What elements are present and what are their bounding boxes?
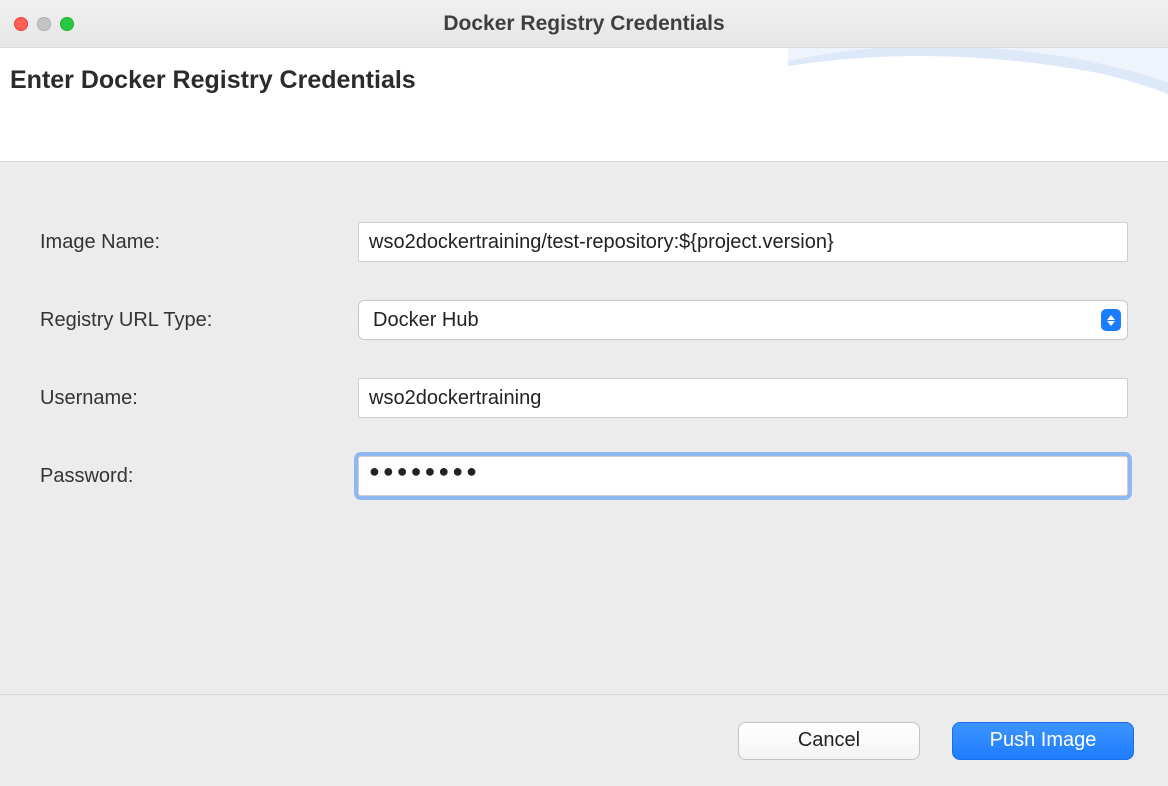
registry-type-label: Registry URL Type: (40, 309, 358, 332)
maximize-window-button[interactable] (60, 17, 74, 31)
minimize-window-button[interactable] (37, 17, 51, 31)
registry-type-select[interactable]: Docker Hub (358, 300, 1128, 340)
button-bar: Cancel Push Image (0, 694, 1168, 786)
registry-type-row: Registry URL Type: Docker Hub (40, 300, 1128, 340)
password-input[interactable]: ●●●●●●●● (358, 456, 1128, 496)
close-window-button[interactable] (14, 17, 28, 31)
select-stepper-icon (1101, 309, 1121, 331)
push-image-button[interactable]: Push Image (952, 722, 1134, 760)
password-masked-value: ●●●●●●●● (369, 461, 480, 481)
username-label: Username: (40, 387, 358, 410)
username-row: Username: (40, 378, 1128, 418)
dialog-header: Enter Docker Registry Credentials (0, 48, 1168, 162)
password-label: Password: (40, 465, 358, 488)
cancel-button[interactable]: Cancel (738, 722, 920, 760)
password-row: Password: ●●●●●●●● (40, 456, 1128, 496)
username-input[interactable] (358, 378, 1128, 418)
image-name-label: Image Name: (40, 231, 358, 254)
titlebar: Docker Registry Credentials (0, 0, 1168, 48)
window-title: Docker Registry Credentials (0, 12, 1168, 36)
image-name-input[interactable] (358, 222, 1128, 262)
image-name-row: Image Name: (40, 222, 1128, 262)
registry-type-selected-value: Docker Hub (373, 309, 479, 332)
form-area: Image Name: Registry URL Type: Docker Hu… (0, 162, 1168, 554)
traffic-lights (14, 17, 74, 31)
dialog-heading: Enter Docker Registry Credentials (10, 66, 1158, 95)
